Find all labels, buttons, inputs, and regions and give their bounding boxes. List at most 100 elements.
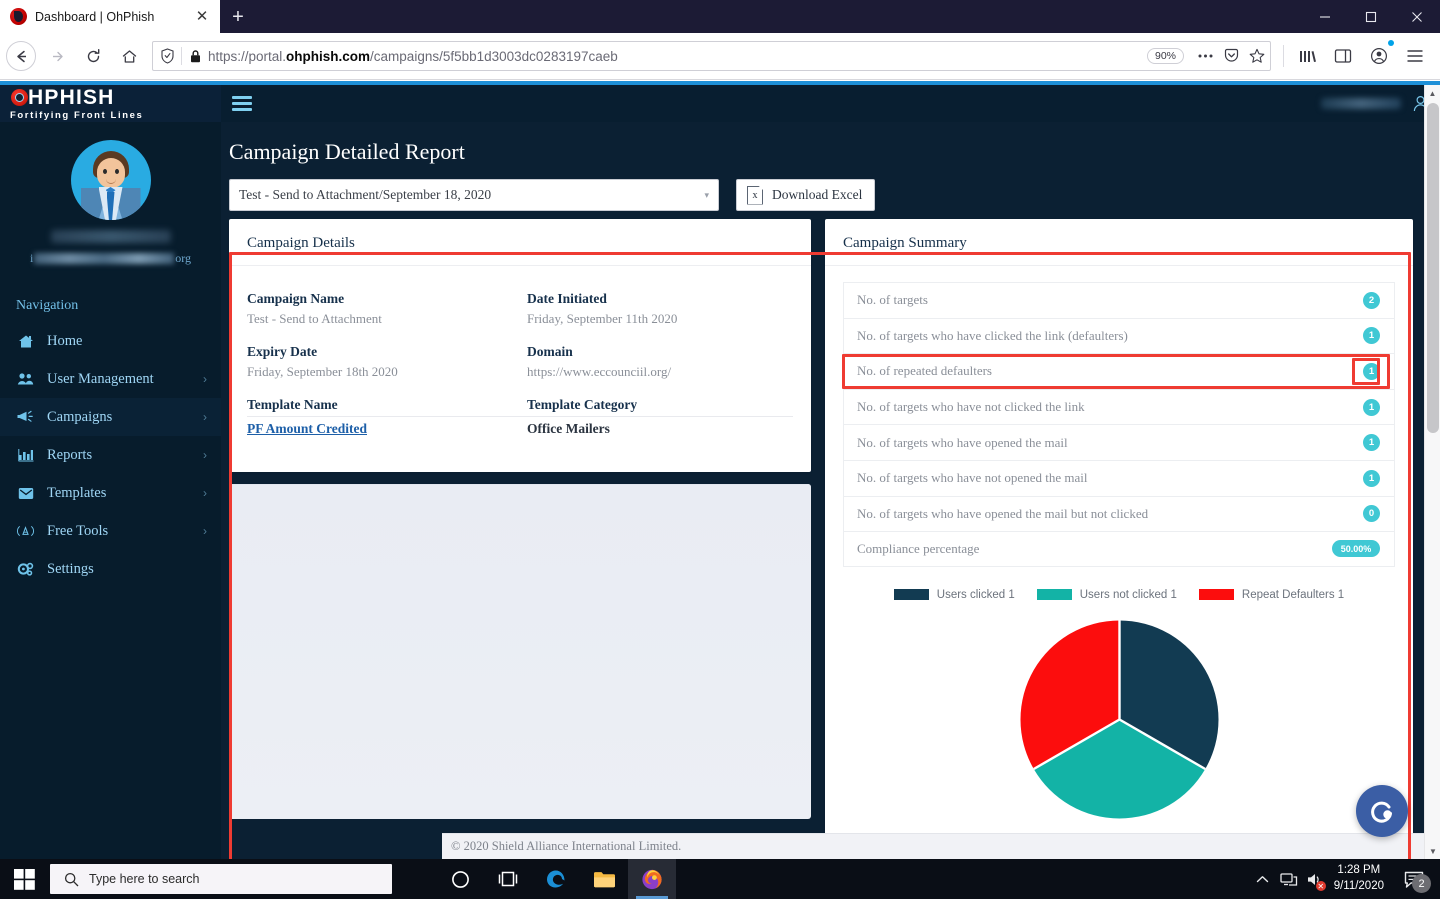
firefox-icon[interactable] — [628, 859, 676, 899]
back-icon[interactable] — [6, 41, 36, 71]
app-page: HPHISH Fortifying Front Lines i org Navi… — [0, 85, 1440, 859]
sidebar-item-campaigns[interactable]: Campaigns › — [0, 398, 221, 436]
field-label: Campaign Name — [247, 291, 345, 306]
sidebar-item-templates[interactable]: Templates › — [0, 474, 221, 512]
panel-header: Campaign Summary — [825, 219, 1413, 266]
close-icon[interactable]: ✕ — [192, 7, 212, 27]
tracking-shield-icon[interactable] — [153, 48, 181, 64]
report-header: Campaign Detailed Report Test - Send to … — [221, 122, 1440, 211]
report-panels: Campaign Details Campaign Name Date Init… — [221, 211, 1440, 842]
summary-row[interactable]: No. of targets who have opened the mail … — [843, 495, 1395, 532]
chart-legend: Users clicked 1 Users not clicked 1 Repe… — [843, 589, 1395, 601]
brand-tagline: Fortifying Front Lines — [10, 109, 144, 121]
search-icon — [64, 872, 79, 886]
field-label: Date Initiated — [527, 291, 607, 306]
summary-row-compliance[interactable]: Compliance percentage 50.00% — [843, 531, 1395, 567]
home-icon[interactable] — [112, 39, 146, 73]
notification-center-button[interactable]: 2 — [1394, 859, 1434, 899]
campaign-select[interactable]: Test - Send to Attachment/September 18, … — [229, 179, 719, 211]
url-domain: ohphish.com — [286, 48, 371, 64]
sidebar-item-settings[interactable]: Settings — [0, 550, 221, 588]
legend-item[interactable]: Users clicked 1 — [893, 588, 1015, 601]
reload-icon[interactable] — [76, 39, 110, 73]
chevron-right-icon: › — [203, 410, 207, 424]
nav-heading: Navigation — [16, 298, 79, 313]
page-footer: © 2020 Shield Alliance International Lim… — [442, 833, 1440, 859]
window-close-icon[interactable] — [1394, 0, 1440, 33]
lock-icon[interactable] — [182, 49, 208, 64]
legend-swatch-users-not-clicked — [1036, 589, 1072, 601]
sidebar-item-reports[interactable]: Reports › — [0, 436, 221, 474]
task-view-icon[interactable] — [484, 859, 532, 899]
page-actions-icon[interactable] — [1192, 53, 1218, 59]
clock-time: 1:28 PM — [1337, 864, 1381, 877]
menu-icon[interactable] — [1398, 39, 1432, 73]
field-value: Test - Send to Attachment — [247, 311, 382, 326]
legend-label: Users clicked 1 — [936, 588, 1015, 601]
network-icon[interactable] — [1276, 859, 1302, 899]
tray-expand-icon[interactable] — [1250, 859, 1276, 899]
download-excel-button[interactable]: x Download Excel — [736, 179, 876, 211]
sidebar-item-home[interactable]: Home — [0, 322, 221, 360]
panel-body: No. of targets 2 No. of targets who have… — [825, 266, 1413, 842]
address-bar[interactable]: https://portal.ohphish.com/campaigns/5f5… — [152, 41, 1271, 71]
sidebar-item-free-tools[interactable]: Free Tools › — [0, 512, 221, 550]
page-scrollbar[interactable]: ▲ ▼ — [1424, 85, 1440, 859]
cortana-icon[interactable] — [436, 859, 484, 899]
summary-row[interactable]: No. of repeated defaulters 1 — [843, 353, 1395, 389]
summary-row[interactable]: No. of targets who have opened the mail … — [843, 424, 1395, 460]
maximize-icon[interactable] — [1348, 0, 1394, 33]
summary-row[interactable]: No. of targets 2 — [843, 282, 1395, 318]
summary-row[interactable]: No. of targets who have not opened the m… — [843, 459, 1395, 496]
avatar — [70, 140, 151, 220]
divider — [1283, 45, 1284, 67]
taskbar-clock[interactable]: 1:28 PM 9/11/2020 — [1328, 863, 1394, 894]
file-explorer-icon[interactable] — [580, 859, 628, 899]
summary-row[interactable]: No. of targets who have not clicked the … — [843, 388, 1395, 425]
zoom-level-indicator[interactable]: 90% — [1146, 48, 1184, 64]
tools-icon — [17, 524, 34, 538]
pocket-icon[interactable] — [1218, 48, 1244, 64]
sidebar-item-label: Templates — [47, 484, 107, 501]
sidebar-toggle-icon[interactable] — [1326, 39, 1360, 73]
sidebar-item-label: User Management — [47, 370, 154, 387]
library-icon[interactable] — [1290, 39, 1324, 73]
scrollbar-thumb[interactable] — [1427, 103, 1439, 433]
status-badge: 2 — [1363, 291, 1380, 309]
legend-label: Users not clicked 1 — [1079, 588, 1177, 601]
legend-item[interactable]: Repeat Defaulters 1 — [1198, 589, 1344, 601]
url-scheme: https://portal. — [208, 48, 287, 64]
url-text: https://portal.ohphish.com/campaigns/5f5… — [208, 49, 1147, 64]
summary-row-defaulters[interactable]: No. of targets who have clicked the link… — [843, 317, 1395, 354]
bookmark-star-icon[interactable] — [1244, 48, 1270, 64]
volume-muted-icon[interactable]: ✕ — [1302, 859, 1328, 899]
user-profile: i org — [0, 122, 221, 272]
sidebar-collapse-icon[interactable] — [232, 96, 252, 111]
chat-support-button[interactable] — [1356, 785, 1408, 837]
search-placeholder: Type here to search — [89, 872, 200, 886]
template-name-link[interactable]: PF Amount Credited — [247, 417, 527, 445]
sidebar-item-user-management[interactable]: User Management › — [0, 360, 221, 398]
start-button[interactable] — [0, 859, 48, 899]
topbar-user-name-redacted — [1321, 98, 1401, 109]
status-badge: 1 — [1363, 362, 1380, 380]
brand-logo[interactable]: HPHISH Fortifying Front Lines — [0, 85, 221, 122]
minimize-icon[interactable] — [1302, 0, 1348, 33]
browser-window: Dashboard | OhPhish ✕ + https://portal.o… — [0, 0, 1440, 899]
sidebar-item-label: Free Tools — [47, 522, 109, 539]
new-tab-button[interactable]: + — [220, 0, 256, 33]
account-icon[interactable] — [1362, 39, 1396, 73]
scroll-down-icon[interactable]: ▼ — [1425, 843, 1440, 859]
page-viewport: HPHISH Fortifying Front Lines i org Navi… — [0, 81, 1440, 859]
legend-item[interactable]: Users not clicked 1 — [1036, 588, 1177, 601]
status-badge: 1 — [1363, 434, 1380, 452]
field-label: Template Name — [247, 397, 338, 412]
campaign-details-grid: Campaign Name Date Initiated Test - Send… — [247, 282, 793, 445]
scroll-up-icon[interactable]: ▲ — [1425, 85, 1440, 101]
campaign-summary-title: Campaign Summary — [843, 235, 967, 251]
taskbar-search-input[interactable]: Type here to search — [50, 864, 392, 894]
mute-indicator: ✕ — [1315, 881, 1326, 891]
status-badge: 1 — [1363, 469, 1380, 487]
edge-icon[interactable] — [532, 859, 580, 899]
browser-tab[interactable]: Dashboard | OhPhish ✕ — [0, 0, 220, 33]
